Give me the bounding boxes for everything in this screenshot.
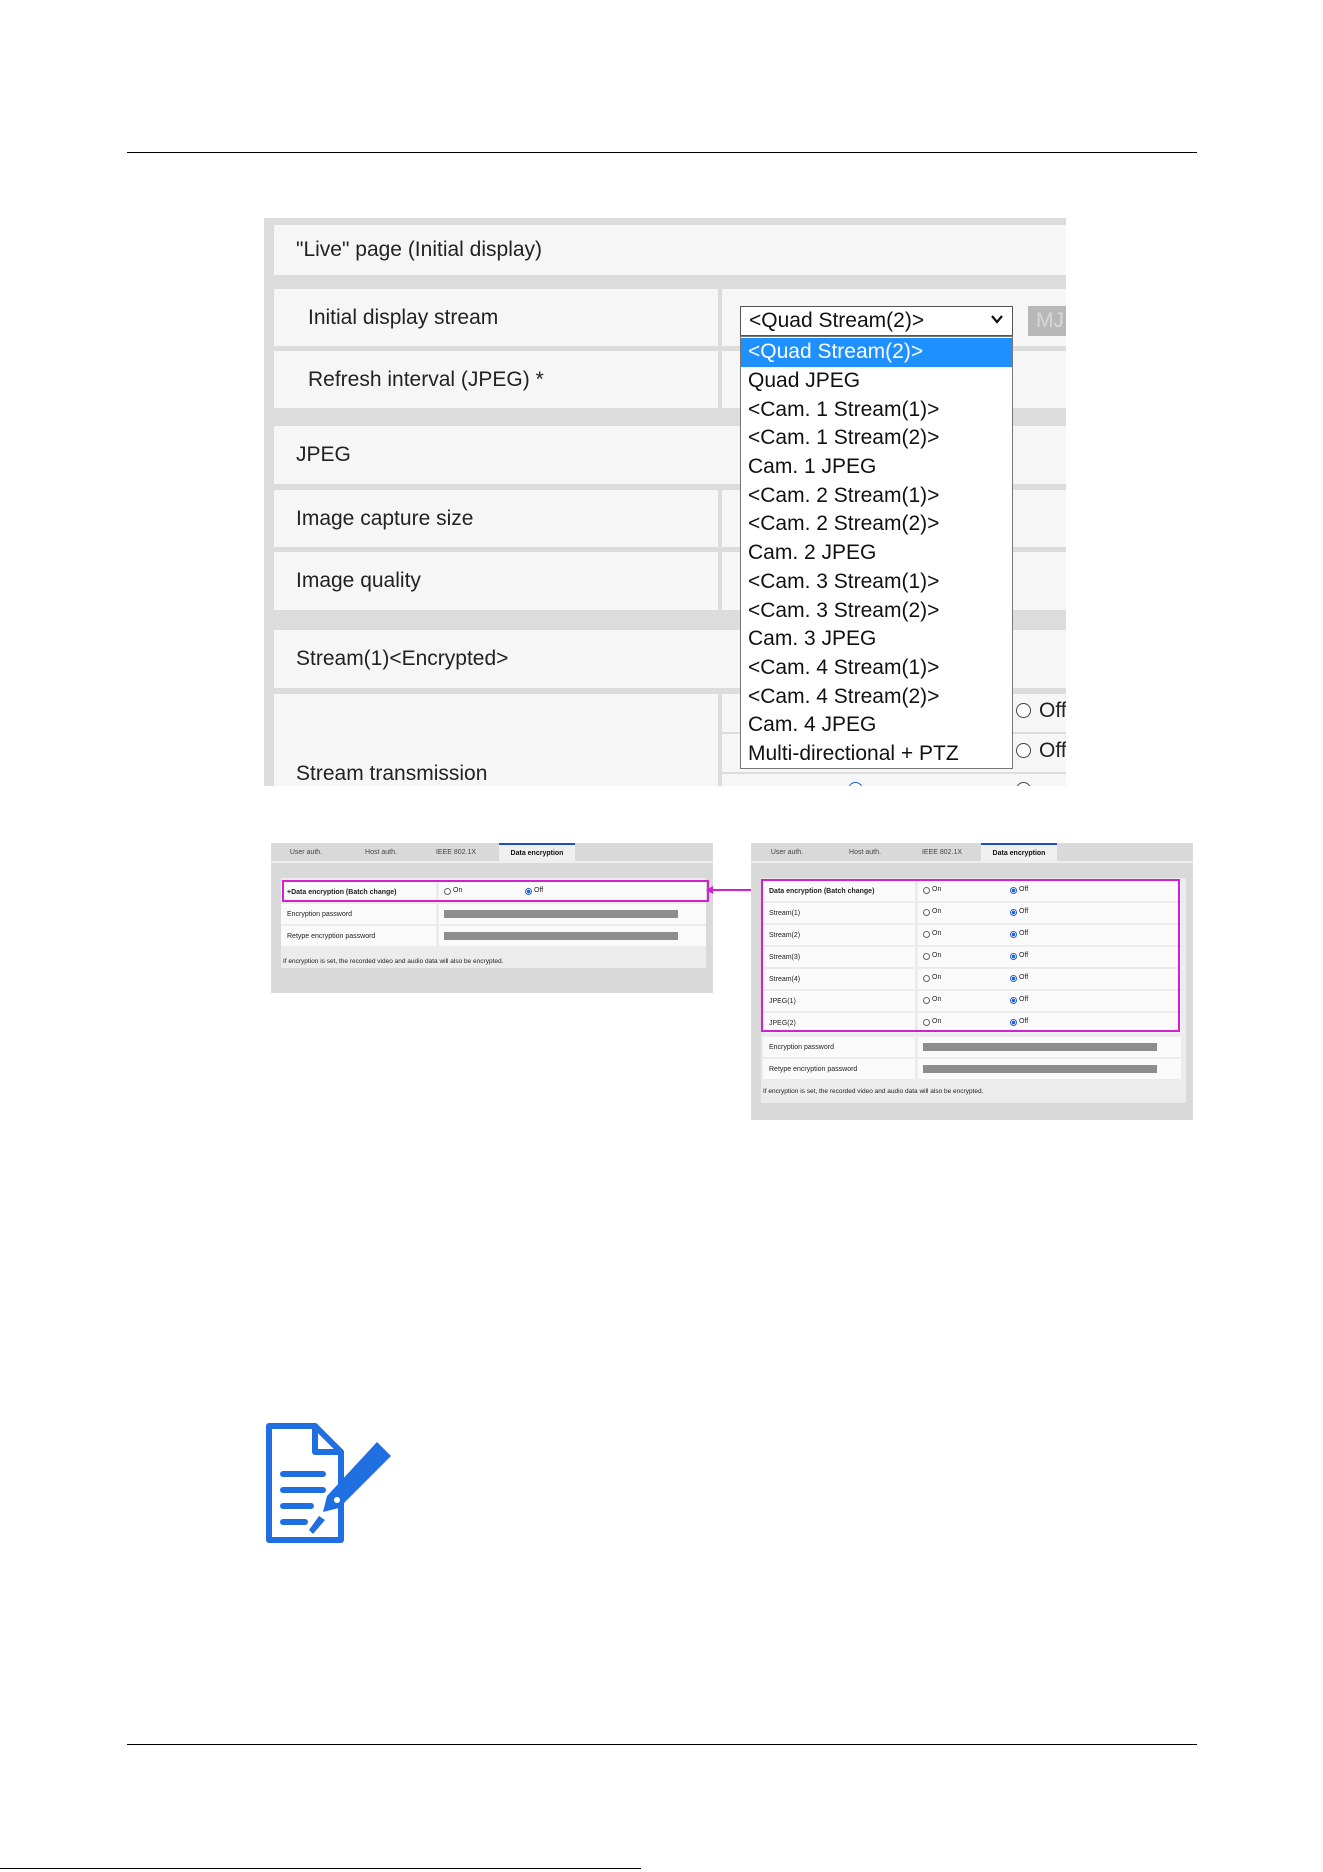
stream-option[interactable]: <Cam. 2 Stream(1)> [741,481,1012,510]
encryption-password-label: Encryption password [281,904,436,924]
tab-host-auth[interactable]: Host auth. [827,843,903,861]
stream-option[interactable]: <Cam. 4 Stream(2)> [741,682,1012,711]
encryption-password-label: Encryption password [763,1037,915,1057]
tab-user-auth[interactable]: User auth. [751,843,823,861]
stream-off-label-2: Off [1039,739,1066,762]
encryption-note: If encryption is set, the recorded video… [283,958,504,965]
image-capture-size-label: Image capture size [274,490,718,547]
document-with-pen-icon [266,1423,391,1543]
encryption-password-row: Encryption password [281,904,706,924]
stream-option[interactable]: Cam. 2 JPEG [741,539,1012,568]
encryption-note: If encryption is set, the recorded video… [763,1088,984,1095]
stream-option[interactable]: Cam. 4 JPEG [741,711,1012,740]
stream-option[interactable]: Cam. 3 JPEG [741,625,1012,654]
tab-user-auth[interactable]: User auth. [271,843,341,861]
chevron-down-icon [991,315,1003,324]
stream-option[interactable]: <Cam. 4 Stream(1)> [741,654,1012,683]
retype-password-label: Retype encryption password [763,1059,915,1079]
tab-data-encryption[interactable]: Data encryption [981,843,1057,861]
section-live-page-header: "Live" page (Initial display) [274,225,1066,275]
image-quality-label: Image quality [274,552,718,610]
stream-option[interactable]: <Cam. 1 Stream(2)> [741,424,1012,453]
header-rule [127,152,1197,153]
select-current-value: <Quad Stream(2)> [749,309,925,332]
mjpeg-button[interactable]: MJ [1028,306,1066,336]
stream-options-list[interactable]: <Quad Stream(2)> Quad JPEG <Cam. 1 Stream(… [740,336,1013,770]
data-encryption-expanded-screenshot: User auth. Host auth. IEEE 802.1X Data e… [751,843,1193,1120]
stream-transmission-label: Stream transmission [274,694,718,786]
encryption-password-input[interactable] [923,1043,1157,1051]
retype-password-row: Retype encryption password [763,1059,1181,1079]
tab-ieee-8021x[interactable]: IEEE 802.1X [421,843,491,861]
data-encryption-batch-screenshot: User auth. Host auth. IEEE 802.1X Data e… [271,843,713,993]
live-page-settings-screenshot: "Live" page (Initial display) Initial di… [264,218,1066,786]
stream-option[interactable]: <Cam. 2 Stream(2)> [741,510,1012,539]
stream-option[interactable]: <Cam. 3 Stream(1)> [741,568,1012,597]
stream-option[interactable]: Multi-directional + PTZ [741,740,1012,769]
stream-off-radio-2[interactable] [1016,743,1031,758]
stream-off-radio-1[interactable] [1016,703,1031,718]
stream-option[interactable]: <Cam. 3 Stream(2)> [741,596,1012,625]
refresh-interval-label: Refresh interval (JPEG) * [274,351,718,408]
page-bottom-rule [0,1868,641,1869]
tab-data-encryption[interactable]: Data encryption [499,843,575,861]
tab-host-auth[interactable]: Host auth. [343,843,419,861]
retype-password-label: Retype encryption password [281,926,436,946]
expanded-highlight-box [761,879,1180,1032]
retype-password-input[interactable] [923,1065,1157,1073]
stream-option[interactable]: <Quad Stream(2)> [741,338,1012,367]
batch-highlight-box [282,880,709,902]
encryption-password-row: Encryption password [763,1037,1181,1057]
initial-display-stream-select[interactable]: <Quad Stream(2)> [740,306,1013,336]
initial-display-stream-label: Initial display stream [274,289,718,346]
stream-option[interactable]: Cam. 1 JPEG [741,453,1012,482]
stream-option[interactable]: Quad JPEG [741,367,1012,396]
stream-off-label-1: Off [1039,699,1066,722]
footer-rule [127,1744,1197,1745]
retype-password-input[interactable] [444,932,678,940]
tab-ieee-8021x[interactable]: IEEE 802.1X [907,843,977,861]
retype-password-row: Retype encryption password [281,926,706,946]
encryption-password-input[interactable] [444,910,678,918]
stream-option[interactable]: <Cam. 1 Stream(1)> [741,395,1012,424]
